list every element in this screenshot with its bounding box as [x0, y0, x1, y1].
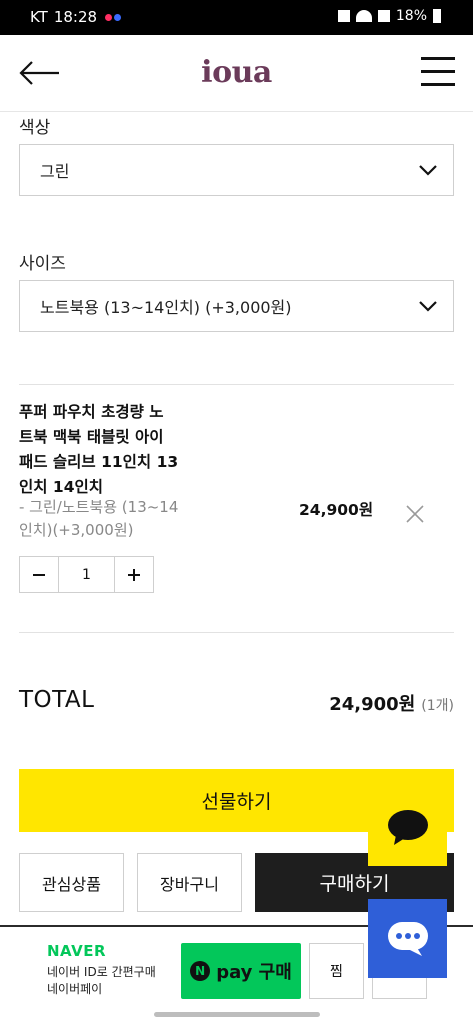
wishlist-button[interactable]: 관심상품	[19, 853, 124, 912]
increase-quantity-button[interactable]	[115, 557, 153, 592]
chat-button[interactable]	[368, 899, 447, 978]
size-select[interactable]: 노트북용 (13~14인치) (+3,000원)	[19, 280, 454, 332]
naver-jjim-button[interactable]: 찜	[309, 943, 364, 999]
cart-button[interactable]: 장바구니	[137, 853, 242, 912]
naver-pay-description: 네이버 ID로 간편구매 네이버페이	[47, 964, 156, 998]
chat-bubble-icon	[387, 921, 428, 956]
color-label: 색상	[19, 118, 51, 138]
quantity-value[interactable]: 1	[57, 557, 116, 592]
chevron-down-icon	[419, 165, 437, 176]
kakao-chat-button[interactable]	[368, 787, 447, 866]
naver-pay-desc-line: 네이버페이	[47, 982, 103, 996]
product-option-line: 인치)(+3,000원)	[19, 521, 134, 539]
product-option-line: - 그린/노트북용 (13~14	[19, 498, 179, 516]
notification-dots-icon	[103, 13, 122, 21]
decrease-quantity-button[interactable]	[20, 557, 58, 592]
total-count: (1개)	[421, 698, 454, 714]
brand-logo[interactable]: ioua	[0, 55, 473, 90]
divider	[19, 632, 454, 633]
speech-bubble-icon	[387, 809, 428, 845]
product-name-line: 푸퍼 파우치 초경량 노	[19, 403, 164, 421]
naver-logo: NAVER	[47, 942, 107, 960]
naver-pay-button[interactable]: N pay 구매	[181, 943, 301, 999]
size-label: 사이즈	[19, 254, 66, 274]
signal-icon	[377, 10, 390, 22]
product-option: - 그린/노트북용 (13~14 인치)(+3,000원)	[19, 496, 219, 542]
color-select[interactable]: 그린	[19, 144, 454, 196]
menu-line-icon	[421, 57, 455, 60]
naver-pay-desc-line: 네이버 ID로 간편구매	[47, 965, 156, 979]
item-price: 24,900원	[299, 501, 374, 519]
menu-line-icon	[421, 83, 455, 86]
product-name: 푸퍼 파우치 초경량 노 트북 맥북 태블릿 아이 패드 슬리브 11인치 13…	[19, 400, 219, 500]
naver-pay-label: pay 구매	[216, 962, 292, 983]
quantity-stepper: 1	[19, 556, 154, 593]
total-label: TOTAL	[19, 687, 95, 713]
carrier: KT	[30, 8, 48, 26]
menu-line-icon	[421, 70, 455, 73]
home-indicator[interactable]	[154, 1012, 320, 1017]
chevron-down-icon	[419, 301, 437, 312]
size-select-value: 노트북용 (13~14인치) (+3,000원)	[40, 298, 292, 317]
battery-level: 18%	[395, 8, 427, 24]
total-summary: 24,900원 (1개)	[329, 690, 454, 716]
app-header: ioua	[0, 35, 473, 112]
divider	[19, 384, 454, 385]
plus-icon	[128, 568, 141, 581]
close-icon	[406, 505, 424, 523]
total-price: 24,900원	[329, 694, 416, 715]
mute-icon	[337, 10, 350, 22]
remove-item-button[interactable]	[405, 504, 425, 524]
menu-button[interactable]	[421, 57, 455, 89]
clock: 18:28	[53, 8, 98, 26]
product-name-line: 트북 맥북 태블릿 아이	[19, 428, 164, 446]
battery-icon	[433, 9, 441, 23]
naver-n-icon: N	[190, 961, 211, 981]
product-name-line: 패드 슬리브 11인치 13	[19, 453, 179, 471]
status-bar: KT 18:28 18%	[0, 0, 473, 35]
wifi-icon	[355, 10, 372, 22]
minus-icon	[32, 573, 45, 576]
color-select-value: 그린	[40, 162, 70, 181]
